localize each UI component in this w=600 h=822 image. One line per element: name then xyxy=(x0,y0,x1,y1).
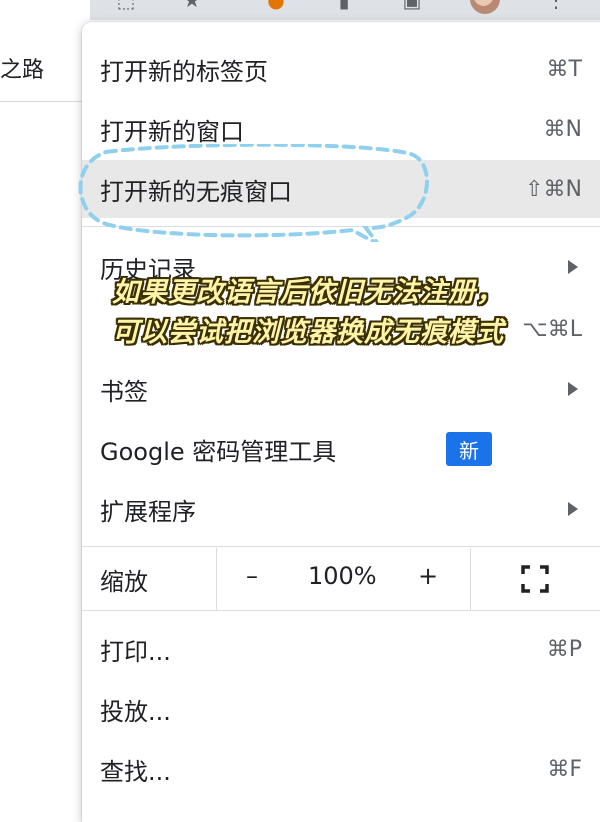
menu-item-new-tab[interactable]: 打开新的标签页 ⌘T xyxy=(82,40,600,98)
page-text-fragment: 之路 xyxy=(0,58,45,83)
menu-item-shortcut: ⌘P xyxy=(546,636,582,662)
tab-strip xyxy=(0,0,600,20)
menu-item-label: 打印... xyxy=(100,637,171,666)
puzzle-extensions-icon[interactable]: ▮ xyxy=(330,0,358,14)
menu-item-password-manager[interactable]: Google 密码管理工具 新 xyxy=(82,420,600,478)
menu-item-shortcut: ⇧⌘N xyxy=(525,176,582,202)
menu-item-print[interactable]: 打印... ⌘P xyxy=(82,620,600,678)
extension-icon[interactable]: ● xyxy=(262,0,290,14)
menu-item-label: 投放... xyxy=(100,697,171,726)
menu-separator xyxy=(82,546,600,547)
new-badge: 新 xyxy=(446,432,492,466)
menu-separator xyxy=(82,610,600,611)
zoom-row: 缩放 – 100% + xyxy=(82,548,600,610)
chrome-main-menu: 打开新的标签页 ⌘T 打开新的窗口 ⌘N 打开新的无痕窗口 ⇧⌘N 历史记录 ⌥… xyxy=(82,22,600,822)
page-content-area xyxy=(0,0,90,800)
zoom-level: 100% xyxy=(308,562,377,590)
menu-item-label: 扩展程序 xyxy=(100,497,196,526)
menu-item-label: Google 密码管理工具 xyxy=(100,437,337,466)
submenu-arrow-icon xyxy=(568,382,578,396)
more-menu-icon[interactable]: ⋮ xyxy=(542,0,570,14)
menu-item-bookmarks[interactable]: 书签 xyxy=(82,360,600,418)
menu-item-shortcut: ⌘T xyxy=(546,56,582,82)
toolbar-divider xyxy=(0,101,90,102)
annotation-caption-line-2: 可以尝试把浏览器换成无痕模式 xyxy=(112,317,504,348)
sidebar-icon[interactable]: ▣ xyxy=(398,0,426,14)
menu-item-label: 打开新的标签页 xyxy=(100,57,268,86)
star-bookmark-icon[interactable]: ★ xyxy=(178,0,206,14)
zoom-divider xyxy=(470,548,471,610)
share-icon[interactable]: ⬚ xyxy=(112,0,140,14)
menu-item-label: 书签 xyxy=(100,377,148,406)
menu-item-cast[interactable]: 投放... xyxy=(82,680,600,738)
zoom-label: 缩放 xyxy=(100,568,148,596)
zoom-in-button[interactable]: + xyxy=(418,562,438,590)
zoom-out-button[interactable]: – xyxy=(246,562,258,590)
annotation-caption-line-1: 如果更改语言后依旧无法注册， xyxy=(112,277,504,308)
menu-item-label: 打开新的窗口 xyxy=(100,117,244,146)
submenu-arrow-icon xyxy=(568,502,578,516)
highlight-bubble xyxy=(78,144,429,242)
menu-item-shortcut: ⌘N xyxy=(543,116,582,142)
menu-item-extensions[interactable]: 扩展程序 xyxy=(82,480,600,538)
fullscreen-icon[interactable] xyxy=(520,564,550,594)
menu-item-shortcut: ⌘F xyxy=(547,756,582,782)
menu-item-label: 查找... xyxy=(100,757,171,786)
menu-item-find[interactable]: 查找... ⌘F xyxy=(82,740,600,798)
zoom-divider xyxy=(216,548,217,610)
